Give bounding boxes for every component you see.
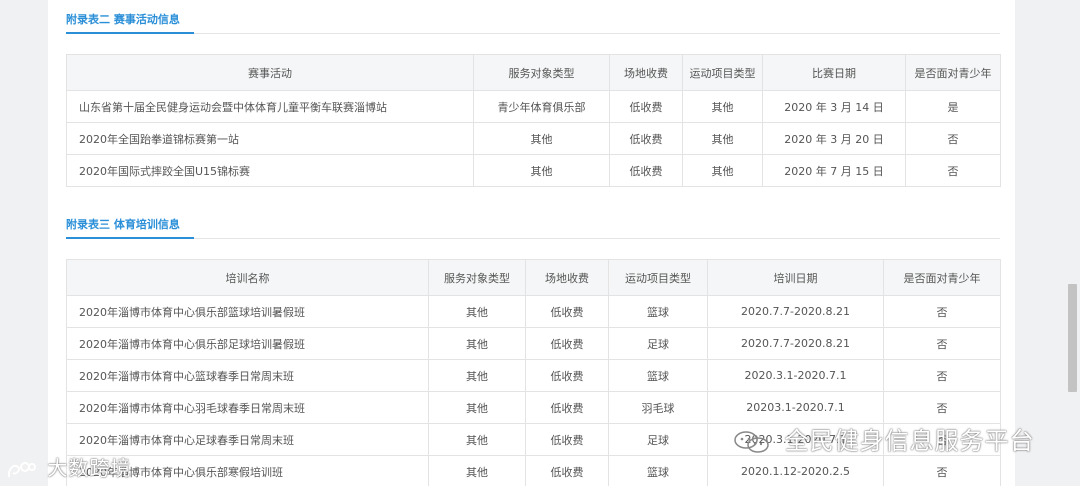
table-cell: 2020.7.7-2020.8.21 (707, 295, 884, 328)
table-cell: 其他 (428, 391, 526, 424)
table-cell: 2020年淄博市体育中心足球春季日常周末班 (66, 423, 429, 456)
column-header: 服务对象类型 (428, 259, 526, 296)
table-cell: 低收费 (609, 154, 683, 187)
table-cell: 其他 (682, 154, 763, 187)
table-cell: 低收费 (525, 423, 609, 456)
column-header: 场地收费 (609, 54, 683, 91)
table-cell: 低收费 (525, 455, 609, 486)
table-cell: 2020 年 7 月 15 日 (762, 154, 906, 187)
wechat-icon (734, 431, 769, 453)
table-cell: 低收费 (525, 295, 609, 328)
section-title-training: 附录表三 体育培训信息 (66, 218, 180, 231)
table-cell: 低收费 (525, 327, 609, 360)
table-cell: 否 (905, 122, 1001, 155)
table-cell: 其他 (682, 122, 763, 155)
table-cell: 篮球 (608, 455, 708, 486)
table-cell: 低收费 (525, 391, 609, 424)
watermark-left: 大数跨境 (6, 452, 131, 481)
table-row: 2020年淄博市体育中心羽毛球春季日常周末班 其他 低收费 羽毛球 20203.… (66, 391, 1001, 424)
table-cell: 篮球 (608, 359, 708, 392)
table-row: 2020年国际式摔跤全国U15锦标赛 其他 低收费 其他 2020 年 7 月 … (66, 154, 1001, 187)
table-cell: 其他 (428, 295, 526, 328)
table-cell: 篮球 (608, 295, 708, 328)
table-cell: 2020.3.1-2020.7.1 (707, 359, 884, 392)
table-cell: 低收费 (609, 90, 683, 123)
table-cell: 其他 (428, 327, 526, 360)
scrollbar-thumb[interactable] (1068, 284, 1077, 392)
table-header-row: 赛事活动 服务对象类型 场地收费 运动项目类型 比赛日期 是否面对青少年 (66, 54, 1001, 91)
table-cell: 否 (883, 455, 1001, 486)
table-cell: 其他 (473, 122, 610, 155)
section-title-events: 附录表二 赛事活动信息 (66, 13, 180, 26)
table-cell: 2020年淄博市体育中心篮球春季日常周末班 (66, 359, 429, 392)
table-row: 2020年淄博市体育中心俱乐部篮球培训暑假班 其他 低收费 篮球 2020.7.… (66, 295, 1001, 328)
column-header: 赛事活动 (66, 54, 474, 91)
table-cell: 2020 年 3 月 14 日 (762, 90, 906, 123)
watermark-right: 全民健身信息服务平台 (732, 421, 1035, 456)
watermark-logo-icon (7, 461, 36, 477)
table-cell: 足球 (608, 327, 708, 360)
table-row: 2020年全国跆拳道锦标赛第一站 其他 低收费 其他 2020 年 3 月 20… (66, 122, 1001, 155)
table-cell: 山东省第十届全民健身运动会暨中体体育儿童平衡车联赛淄博站 (66, 90, 474, 123)
watermark-left-text: 大数跨境 (47, 456, 132, 480)
table-cell: 2020年全国跆拳道锦标赛第一站 (66, 122, 474, 155)
table-cell: 2020.7.7-2020.8.21 (707, 327, 884, 360)
column-header: 培训名称 (66, 259, 429, 296)
section-title-underline (66, 237, 194, 239)
section-title-underline (66, 32, 194, 34)
table-cell: 足球 (608, 423, 708, 456)
events-table: 赛事活动 服务对象类型 场地收费 运动项目类型 比赛日期 是否面对青少年 山东省… (66, 54, 1001, 187)
table-cell: 否 (883, 327, 1001, 360)
scrollbar-track[interactable] (1066, 0, 1078, 486)
table-cell: 否 (905, 154, 1001, 187)
table-cell: 2020 年 3 月 20 日 (762, 122, 906, 155)
table-cell: 羽毛球 (608, 391, 708, 424)
table-cell: 否 (883, 295, 1001, 328)
column-header: 是否面对青少年 (883, 259, 1001, 296)
column-header: 运动项目类型 (682, 54, 763, 91)
table-cell: 其他 (428, 423, 526, 456)
watermark-right-text: 全民健身信息服务平台 (784, 427, 1035, 455)
column-header: 是否面对青少年 (905, 54, 1001, 91)
table-cell: 青少年体育俱乐部 (473, 90, 610, 123)
table-cell: 其他 (473, 154, 610, 187)
table-cell: 否 (883, 359, 1001, 392)
column-header: 培训日期 (707, 259, 884, 296)
table-row: 2020年淄博市体育中心篮球春季日常周末班 其他 低收费 篮球 2020.3.1… (66, 359, 1001, 392)
table-row: 2020年淄博市体育中心俱乐部足球培训暑假班 其他 低收费 足球 2020.7.… (66, 327, 1001, 360)
table-cell: 2020年淄博市体育中心俱乐部足球培训暑假班 (66, 327, 429, 360)
column-header: 场地收费 (525, 259, 609, 296)
section-divider (66, 238, 1000, 239)
table-cell: 其他 (682, 90, 763, 123)
table-cell: 是 (905, 90, 1001, 123)
table-cell: 其他 (428, 359, 526, 392)
table-cell: 否 (883, 391, 1001, 424)
table-cell: 2020年淄博市体育中心俱乐部篮球培训暑假班 (66, 295, 429, 328)
table-cell: 2020.1.12-2020.2.5 (707, 455, 884, 486)
column-header: 比赛日期 (762, 54, 906, 91)
column-header: 运动项目类型 (608, 259, 708, 296)
table-cell: 低收费 (609, 122, 683, 155)
table-cell: 低收费 (525, 359, 609, 392)
table-header-row: 培训名称 服务对象类型 场地收费 运动项目类型 培训日期 是否面对青少年 (66, 259, 1001, 296)
table-cell: 2020年国际式摔跤全国U15锦标赛 (66, 154, 474, 187)
table-cell: 其他 (428, 455, 526, 486)
column-header: 服务对象类型 (473, 54, 610, 91)
table-cell: 20203.1-2020.7.1 (707, 391, 884, 424)
section-divider (66, 33, 1000, 34)
table-row: 山东省第十届全民健身运动会暨中体体育儿童平衡车联赛淄博站 青少年体育俱乐部 低收… (66, 90, 1001, 123)
page-content: 附录表二 赛事活动信息 赛事活动 服务对象类型 场地收费 运动项目类型 比赛日期… (48, 0, 1015, 486)
table-cell: 2020年淄博市体育中心羽毛球春季日常周末班 (66, 391, 429, 424)
table-row: 2020年淄博市体育中心俱乐部寒假培训班 其他 低收费 篮球 2020.1.12… (66, 455, 1001, 486)
